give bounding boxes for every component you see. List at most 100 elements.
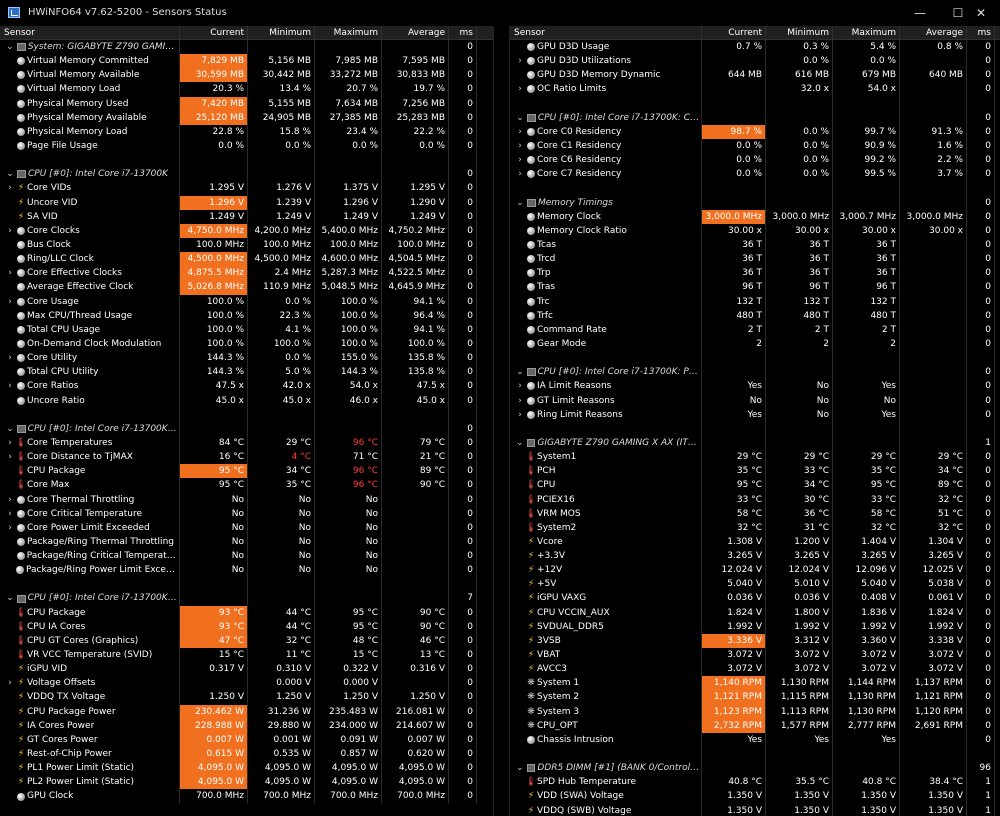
sensor-row[interactable]: Virtual Memory Committed 7,829 MB 5,156 MB… <box>0 54 493 69</box>
sensor-row[interactable]: GPU D3D Usage 0.7 % 0.3 % 5.4 % 0.8 % 0 <box>510 40 1000 55</box>
sensor-row[interactable]: › Core C6 Residency 0.0 % 0.0 % 99.2 % 2.2 % 0 <box>510 153 1000 168</box>
sensor-row[interactable]: GPU Clock 700.0 MHz 700.0 MHz 700.0 MHz 700.… <box>0 789 493 804</box>
sensor-row[interactable]: 🌡 CPU Package 93 °C 44 °C 95 °C 90 °C 0 <box>0 605 493 620</box>
expand-chevron-icon[interactable]: › <box>5 351 15 365</box>
sensor-row[interactable]: › OC Ratio Limits 32.0 x 54.0 x 0 <box>510 82 1000 97</box>
sensor-row[interactable]: › Core C0 Residency 98.7 % 0.0 % 99.7 % 91.3 … <box>510 124 1000 139</box>
expand-chevron-icon[interactable]: › <box>5 493 15 507</box>
sensor-row[interactable]: Uncore Ratio 45.0 x 45.0 x 46.0 x 45.0 x0 <box>0 393 493 408</box>
sensor-row[interactable]: ⚡ SA VID 1.249 V 1.249 V 1.249 V 1.249 V0 <box>0 209 493 224</box>
sensor-row[interactable]: ⚡ CPU Package Power 230.462 W 31.236 W 235.4… <box>0 704 493 719</box>
sensor-row[interactable]: 🌡 Core Max 95 °C 35 °C 96 °C 90 °C 0 <box>0 478 493 493</box>
sensor-row[interactable]: ⚡ AVCC3 3.072 V 3.072 V 3.072 V 3.072 V0 <box>510 662 1000 677</box>
expand-chevron-icon[interactable]: › <box>5 224 15 238</box>
sensor-group-row[interactable]: ⌄ CPU [#0]: Intel Core i7-13700K: ... 7 <box>0 591 493 606</box>
sensor-row[interactable]: › Core C7 Residency 0.0 % 0.0 % 99.5 % 3.7 % 0 <box>510 167 1000 182</box>
sensor-row[interactable]: ❋ CPU_OPT 2,732 RPM 1,577 RPM 2,777 RPM 2,691… <box>510 718 1000 733</box>
column-header-sensor[interactable]: Sensor <box>510 26 702 39</box>
collapse-chevron-icon[interactable]: ⌄ <box>515 761 525 775</box>
expand-chevron-icon[interactable]: › <box>515 125 525 139</box>
sensor-row[interactable]: ⚡ PL2 Power Limit (Static) 4,095.0 W 4,095.… <box>0 775 493 790</box>
sensor-row[interactable]: Virtual Memory Load 20.3 % 13.4 % 20.7 % 19.… <box>0 82 493 97</box>
column-header-minimum[interactable]: Minimum <box>248 26 315 39</box>
sensor-row[interactable]: Package/Ring Critical Temperature No No No 0 <box>0 549 493 564</box>
collapse-chevron-icon[interactable]: ⌄ <box>5 422 15 436</box>
sensor-group-row[interactable]: ⌄ CPU [#0]: Intel Core i7-13700K: C-... 0 <box>510 110 1000 125</box>
collapse-chevron-icon[interactable]: ⌄ <box>5 167 15 181</box>
sensor-row[interactable]: Tras 96 T 96 T 96 T0 <box>510 280 1000 295</box>
column-header-maximum[interactable]: Maximum <box>833 26 900 39</box>
sensor-row[interactable]: › 🌡 Core Temperatures 84 °C 29 °C 96 °C 79 °C 0 <box>0 435 493 451</box>
collapse-chevron-icon[interactable]: ⌄ <box>515 111 525 125</box>
sensor-row[interactable]: Physical Memory Used 7,420 MB 5,155 MB 7,63… <box>0 96 493 111</box>
expand-chevron-icon[interactable]: › <box>515 394 525 408</box>
sensor-row[interactable]: › Core Power Limit Exceeded No No No 0 <box>0 520 493 535</box>
column-header-current[interactable]: Current <box>180 26 248 39</box>
sensor-row[interactable]: ⚡ +12V 12.024 V 12.024 V 12.096 V 12.025 V0 <box>510 563 1000 578</box>
sensor-row[interactable]: ⚡ IA Cores Power 228.988 W 29.880 W 234.000 … <box>0 718 493 733</box>
sensor-row[interactable]: Gear Mode 2 2 2 0 <box>510 336 1000 352</box>
sensor-row[interactable]: › Core C1 Residency 0.0 % 0.0 % 90.9 % 1.6 % 0 <box>510 138 1000 154</box>
sensor-row[interactable]: 🌡 VRM MOS 58 °C 36 °C 58 °C 51 °C 0 <box>510 506 1000 521</box>
sensor-row[interactable]: ⚡ Rest-of-Chip Power 0.615 W 0.535 W 0.857 W… <box>0 747 493 762</box>
sensor-row[interactable]: ❋ System 3 1,123 RPM 1,113 RPM 1,130 RPM 1,12… <box>510 704 1000 719</box>
sensor-row[interactable]: › 🌡 Core Distance to TjMAX 16 °C 4 °C 71 °C 21… <box>0 450 493 465</box>
sensor-row[interactable]: ⚡ Uncore VID 1.296 V 1.239 V 1.296 V 1.290 V0 <box>0 195 493 210</box>
close-button[interactable]: ✕ <box>962 0 1000 26</box>
sensor-row[interactable]: › Ring Limit Reasons Yes No Yes 0 <box>510 407 1000 422</box>
column-header-current[interactable]: Current <box>702 26 766 39</box>
sensor-row[interactable]: Total CPU Usage 100.0 % 4.1 % 100.0 % 94.1 %… <box>0 322 493 337</box>
sensor-row[interactable]: ⚡ 3VSB 3.336 V 3.312 V 3.360 V 3.338 V0 <box>510 633 1000 649</box>
expand-chevron-icon[interactable]: › <box>515 379 525 393</box>
sensor-row[interactable]: › ⚡ Voltage Offsets 0.000 V 0.000 V 0 <box>0 676 493 691</box>
sensor-row[interactable]: Virtual Memory Available 30,599 MB 30,442 … <box>0 68 493 83</box>
expand-chevron-icon[interactable]: › <box>5 507 15 521</box>
minimize-button[interactable]: — <box>900 0 940 26</box>
column-header-average[interactable]: Average <box>382 26 449 39</box>
sensor-row[interactable]: Memory Clock 3,000.0 MHz 3,000.0 MHz 3,000.… <box>510 209 1000 224</box>
sensor-row[interactable]: ⚡ VDD (SWA) Voltage 1.350 V 1.350 V 1.350 V1… <box>510 789 1000 804</box>
sensor-group-row[interactable]: ⌄ CPU [#0]: Intel Core i7-13700K: Per... 0 <box>510 365 1000 380</box>
sensor-row[interactable]: Page File Usage 0.0 % 0.0 % 0.0 % 0.0 % 0 <box>0 138 493 154</box>
sensor-row[interactable]: ⚡ SVDUAL_DDR5 1.992 V 1.992 V 1.992 V 1.992 V… <box>510 619 1000 634</box>
sensor-row[interactable]: 🌡 CPU IA Cores 93 °C 44 °C 95 °C 90 °C 0 <box>0 619 493 634</box>
sensor-row[interactable]: Ring/LLC Clock 4,500.0 MHz 4,500.0 MHz 4,60… <box>0 252 493 267</box>
sensor-group-row[interactable]: ⌄ DDR5 DIMM [#1] (BANK 0/Controlle... 96 <box>510 761 1000 776</box>
sensor-group-row[interactable]: ⌄ GIGABYTE Z790 GAMING X AX (ITE I... 1 <box>510 435 1000 451</box>
expand-chevron-icon[interactable]: › <box>515 54 525 68</box>
sensor-row[interactable]: › ⚡ Core VIDs 1.295 V 1.276 V 1.375 V 1.295 V0 <box>0 181 493 196</box>
sensor-row[interactable]: ⚡ VBAT 3.072 V 3.072 V 3.072 V 3.072 V0 <box>510 648 1000 663</box>
sensor-row[interactable]: 🌡 SPD Hub Temperature 40.8 °C 35.5 °C 40.8 °… <box>510 775 1000 790</box>
sensor-row[interactable]: › Core Effective Clocks 4,875.5 MHz 2.4 MHz… <box>0 266 493 281</box>
sensor-row[interactable]: Trc 132 T 132 T 132 T0 <box>510 294 1000 309</box>
column-header-ms[interactable]: ms <box>449 26 477 39</box>
collapse-chevron-icon[interactable]: ⌄ <box>515 436 525 450</box>
expand-chevron-icon[interactable]: › <box>515 82 525 96</box>
expand-chevron-icon[interactable]: › <box>515 153 525 167</box>
sensor-row[interactable]: ⚡ iGPU VID 0.317 V 0.310 V 0.322 V 0.316 V0 <box>0 662 493 677</box>
sensor-row[interactable]: ⚡ CPU VCCIN_AUX 1.824 V 1.800 V 1.836 V 1.824… <box>510 605 1000 620</box>
column-header-minimum[interactable]: Minimum <box>766 26 833 39</box>
sensor-row[interactable]: › IA Limit Reasons Yes No Yes 0 <box>510 379 1000 394</box>
sensor-row[interactable]: Max CPU/Thread Usage 100.0 % 22.3 % 100.0 %… <box>0 308 493 323</box>
sensor-row[interactable]: Tcas 36 T 36 T 36 T0 <box>510 237 1000 253</box>
sensor-row[interactable]: Package/Ring Thermal Throttling No No No 0 <box>0 534 493 550</box>
sensor-row[interactable]: ⚡ +3.3V 3.265 V 3.265 V 3.265 V 3.265 V0 <box>510 549 1000 564</box>
sensor-row[interactable]: › GT Limit Reasons No No No 0 <box>510 393 1000 408</box>
sensor-row[interactable]: ⚡ Vcore 1.308 V 1.200 V 1.404 V 1.304 V0 <box>510 534 1000 550</box>
sensor-row[interactable]: On-Demand Clock Modulation 100.0 % 100.0 %… <box>0 336 493 352</box>
sensor-group-row[interactable]: ⌄ System: GIGABYTE Z790 GAMIN... 0 <box>0 40 493 55</box>
sensor-row[interactable]: GPU D3D Memory Dynamic 644 MB 616 MB 679 MB… <box>510 68 1000 83</box>
sensor-row[interactable]: Chassis Intrusion Yes Yes Yes 0 <box>510 732 1000 748</box>
collapse-chevron-icon[interactable]: ⌄ <box>5 591 15 605</box>
sensor-row[interactable]: Command Rate 2 T2 T2 T0 <box>510 322 1000 337</box>
sensor-group-row[interactable]: ⌄ Memory Timings 0 <box>510 195 1000 210</box>
expand-chevron-icon[interactable]: › <box>5 436 15 450</box>
sensor-row[interactable]: 🌡 System1 29 °C 29 °C 29 °C 29 °C 0 <box>510 450 1000 465</box>
sensor-row[interactable]: Physical Memory Load 22.8 % 15.8 % 23.4 % 22… <box>0 124 493 139</box>
expand-chevron-icon[interactable]: › <box>5 181 15 195</box>
sensor-row[interactable]: 🌡 CPU Package 95 °C 34 °C 96 °C 89 °C 0 <box>0 464 493 479</box>
sensor-row[interactable]: 🌡 CPU 95 °C 34 °C 95 °C 89 °C 0 <box>510 478 1000 493</box>
expand-chevron-icon[interactable]: › <box>5 676 15 690</box>
sensor-row[interactable]: ⚡ VDDQ TX Voltage 1.250 V 1.250 V 1.250 V 1.2… <box>0 690 493 705</box>
